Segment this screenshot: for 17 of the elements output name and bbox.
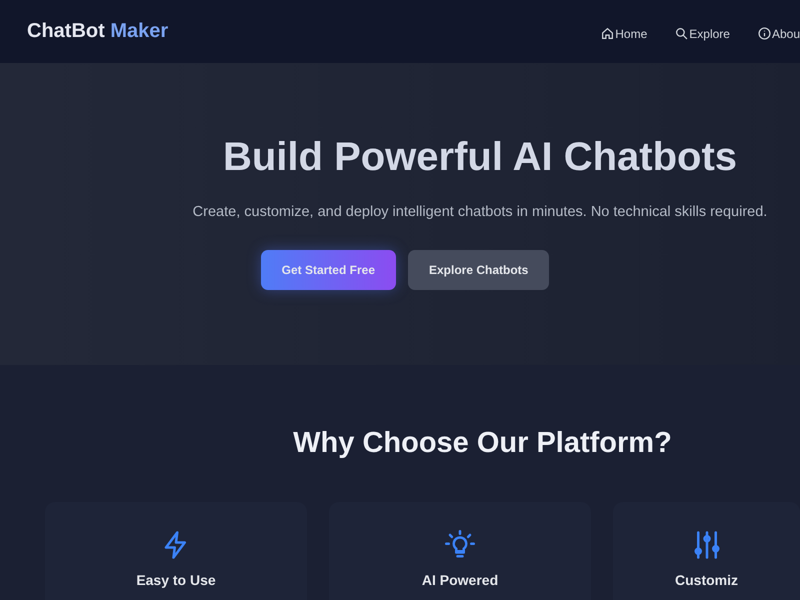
info-icon — [758, 26, 771, 40]
lightbulb-icon — [445, 530, 475, 560]
nav-link[interactable]: Abou — [758, 22, 800, 40]
get-started-button[interactable]: Get Started Free — [260, 250, 396, 290]
hero-title: Build Powerful AI Chatbots — [222, 135, 738, 180]
explore-button[interactable]: Explore Chatbots — [408, 250, 550, 290]
search-icon — [675, 26, 688, 40]
sliders-icon — [692, 530, 722, 560]
brand-logo[interactable]: ChatBot Maker — [27, 20, 168, 43]
feature-title: Customiz — [675, 572, 738, 588]
home-icon — [601, 26, 614, 40]
nav-link[interactable]: Explore — [675, 22, 730, 40]
hero-subtitle: Create, customize, and deploy intelligent chatbots in minutes. No technical skills required. — [192, 204, 768, 220]
feature-title: Easy to Use — [136, 572, 216, 588]
section-title: Why Choose Our Platform? — [292, 427, 673, 460]
nav-link[interactable]: Home — [601, 22, 648, 40]
feature-title: AI Powered — [422, 572, 498, 588]
